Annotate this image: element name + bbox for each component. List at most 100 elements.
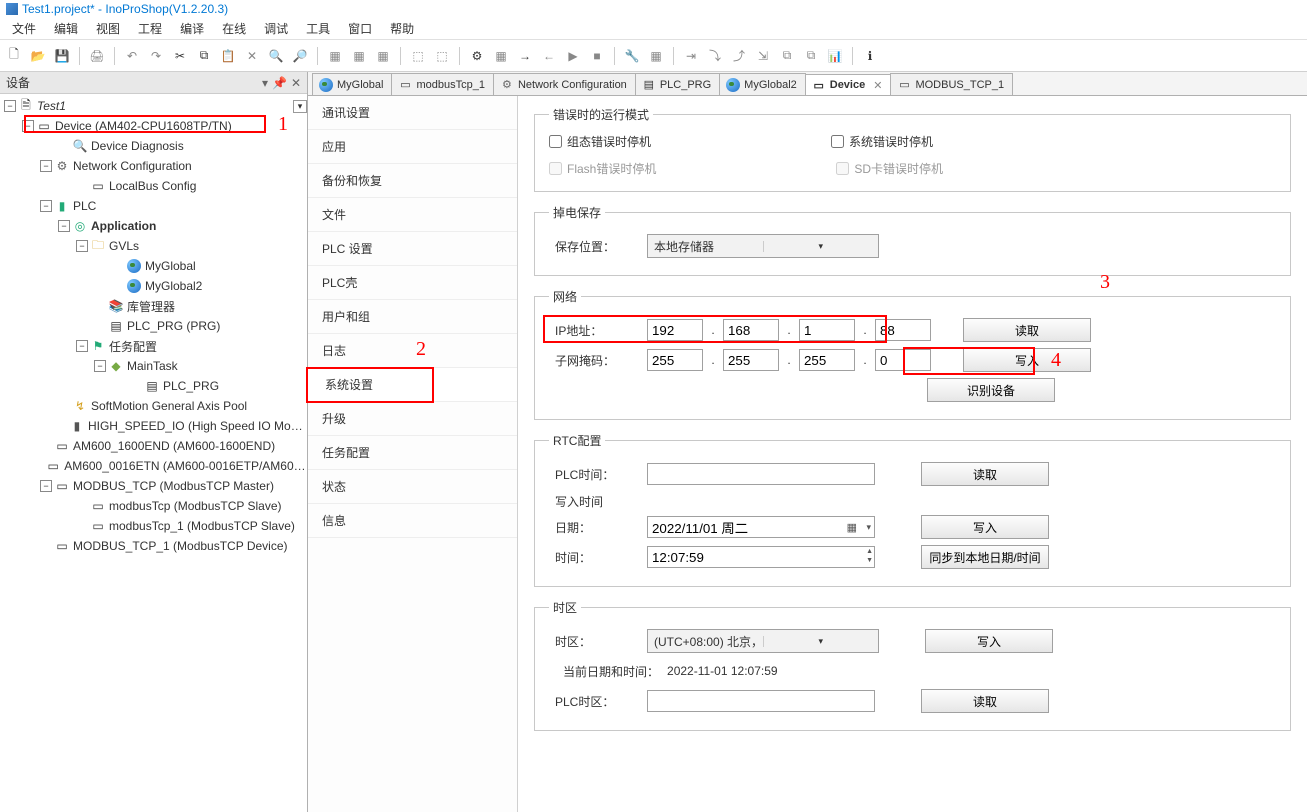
- tb-icon[interactable]: ▦: [373, 46, 393, 66]
- sidemenu-taskcfg[interactable]: 任务配置: [308, 436, 517, 470]
- undo-icon[interactable]: ↶: [122, 46, 142, 66]
- tree-am0016[interactable]: AM600_0016ETN (AM600-0016ETP/AM600-0016E…: [64, 459, 307, 473]
- chevron-down-icon[interactable]: ▼: [866, 556, 873, 565]
- save-location-select[interactable]: 本地存储器▾: [647, 234, 879, 258]
- ip-field-4[interactable]: [875, 319, 931, 341]
- write-button[interactable]: 写入: [925, 629, 1053, 653]
- tree-am16[interactable]: AM600_1600END (AM600-1600END): [73, 439, 275, 453]
- expander-icon[interactable]: −: [76, 240, 88, 252]
- tab-modbustcp1[interactable]: ▭modbusTcp_1: [391, 73, 494, 95]
- ip-field-2[interactable]: [723, 319, 779, 341]
- tree-maintask[interactable]: MainTask: [127, 359, 178, 373]
- sidemenu-log[interactable]: 日志: [308, 334, 517, 368]
- tree-netcfg[interactable]: Network Configuration: [73, 159, 192, 173]
- new-icon[interactable]: 🗋: [4, 46, 24, 66]
- cut-icon[interactable]: ✂: [170, 46, 190, 66]
- dropdown-icon[interactable]: ▾: [262, 76, 268, 90]
- tb-icon[interactable]: ▦: [325, 46, 345, 66]
- tree-app[interactable]: Application: [91, 219, 156, 233]
- menu-edit[interactable]: 编辑: [46, 18, 86, 39]
- tb-icon[interactable]: ▦: [491, 46, 511, 66]
- ip-field-1[interactable]: [647, 319, 703, 341]
- expander-icon[interactable]: −: [40, 200, 52, 212]
- expander-icon[interactable]: −: [58, 220, 70, 232]
- tab-modbustcp-1[interactable]: ▭MODBUS_TCP_1: [890, 73, 1013, 95]
- tree-mbts2[interactable]: modbusTcp_1 (ModbusTCP Slave): [109, 519, 295, 533]
- plc-tz-field[interactable]: [647, 690, 875, 712]
- tree-plc[interactable]: PLC: [73, 199, 96, 213]
- menu-file[interactable]: 文件: [4, 18, 44, 39]
- expander-icon[interactable]: −: [4, 100, 16, 112]
- pin-icon[interactable]: 📌: [272, 76, 287, 90]
- menu-debug[interactable]: 调试: [256, 18, 296, 39]
- step-over-icon[interactable]: ⤵: [705, 46, 725, 66]
- checkbox-config-error[interactable]: 组态错误时停机: [549, 133, 651, 150]
- sidemenu-app[interactable]: 应用: [308, 130, 517, 164]
- tb-icon[interactable]: ⧉: [801, 46, 821, 66]
- tree-sm[interactable]: SoftMotion General Axis Pool: [91, 399, 247, 413]
- step-out-icon[interactable]: ⤴: [729, 46, 749, 66]
- expander-icon[interactable]: −: [76, 340, 88, 352]
- tb-icon[interactable]: ⇲: [753, 46, 773, 66]
- tab-myglobal2[interactable]: MyGlobal2: [719, 73, 806, 95]
- timezone-select[interactable]: (UTC+08:00) 北京，重庆，香港特别行政区▾: [647, 629, 879, 653]
- tab-plcprg[interactable]: ▤PLC_PRG: [635, 73, 720, 95]
- sidemenu-backup[interactable]: 备份和恢复: [308, 164, 517, 198]
- tree-hs[interactable]: HIGH_SPEED_IO (High Speed IO Module): [88, 419, 307, 433]
- ip-field-3[interactable]: [799, 319, 855, 341]
- checkbox-sys-error[interactable]: 系统错误时停机: [831, 133, 933, 150]
- expander-icon[interactable]: −: [40, 160, 52, 172]
- tb-icon[interactable]: ⬚: [432, 46, 452, 66]
- menu-build[interactable]: 编译: [172, 18, 212, 39]
- tb-icon[interactable]: ⬚: [408, 46, 428, 66]
- mask-field-2[interactable]: [723, 349, 779, 371]
- read-button[interactable]: 读取: [921, 462, 1049, 486]
- tree-diagnosis[interactable]: Device Diagnosis: [91, 139, 184, 153]
- print-icon[interactable]: 🖨: [87, 46, 107, 66]
- login-icon[interactable]: →: [515, 46, 535, 66]
- sidemenu-comm[interactable]: 通讯设置: [308, 96, 517, 130]
- menu-tools[interactable]: 工具: [298, 18, 338, 39]
- tree-gvls[interactable]: GVLs: [109, 239, 139, 253]
- sidemenu-system[interactable]: 系统设置: [308, 368, 517, 402]
- chevron-down-icon[interactable]: ▾: [293, 100, 307, 113]
- tree-mbt[interactable]: MODBUS_TCP (ModbusTCP Master): [73, 479, 274, 493]
- sidemenu-plcset[interactable]: PLC 设置: [308, 232, 517, 266]
- tree-localbus[interactable]: LocalBus Config: [109, 179, 196, 193]
- redo-icon[interactable]: ↷: [146, 46, 166, 66]
- tree-device[interactable]: Device (AM402-CPU1608TP/TN): [55, 119, 232, 133]
- mask-field-4[interactable]: [875, 349, 931, 371]
- save-icon[interactable]: 💾: [52, 46, 72, 66]
- sidemenu-status[interactable]: 状态: [308, 470, 517, 504]
- menu-view[interactable]: 视图: [88, 18, 128, 39]
- sidemenu-plcshell[interactable]: PLC壳: [308, 266, 517, 300]
- tree-taskcfg[interactable]: 任务配置: [109, 338, 157, 355]
- expander-icon[interactable]: −: [22, 120, 34, 132]
- copy-icon[interactable]: ⧉: [194, 46, 214, 66]
- tool-icon[interactable]: 🔧: [622, 46, 642, 66]
- find-icon[interactable]: 🔍: [266, 46, 286, 66]
- date-picker[interactable]: ▦ ▾: [647, 516, 875, 538]
- time-spinner[interactable]: ▲▼: [647, 546, 875, 568]
- tree-myglobal2[interactable]: MyGlobal2: [145, 279, 202, 293]
- help-icon[interactable]: ℹ: [860, 46, 880, 66]
- sidemenu-file[interactable]: 文件: [308, 198, 517, 232]
- tree-mbts1[interactable]: modbusTcp (ModbusTCP Slave): [109, 499, 282, 513]
- menu-online[interactable]: 在线: [214, 18, 254, 39]
- tab-netcfg[interactable]: ⚙Network Configuration: [493, 73, 636, 95]
- sidemenu-users[interactable]: 用户和组: [308, 300, 517, 334]
- open-icon[interactable]: 📂: [28, 46, 48, 66]
- tree-libmgr[interactable]: 库管理器: [127, 298, 175, 315]
- menu-window[interactable]: 窗口: [340, 18, 380, 39]
- device-tree[interactable]: 1 −🗎Test1▾ −▭Device (AM402-CPU1608TP/TN)…: [0, 94, 307, 812]
- plc-time-field[interactable]: [647, 463, 875, 485]
- tab-device[interactable]: ▭Device✕: [805, 74, 892, 96]
- read-button[interactable]: 读取: [921, 689, 1049, 713]
- tree-prg[interactable]: PLC_PRG (PRG): [127, 319, 220, 333]
- mask-field-1[interactable]: [647, 349, 703, 371]
- logout-icon[interactable]: ←: [539, 46, 559, 66]
- tree-prg2[interactable]: PLC_PRG: [163, 379, 219, 393]
- tab-myglobal[interactable]: MyGlobal: [312, 73, 392, 95]
- write-button[interactable]: 写入: [921, 515, 1049, 539]
- tree-mbt1[interactable]: MODBUS_TCP_1 (ModbusTCP Device): [73, 539, 288, 553]
